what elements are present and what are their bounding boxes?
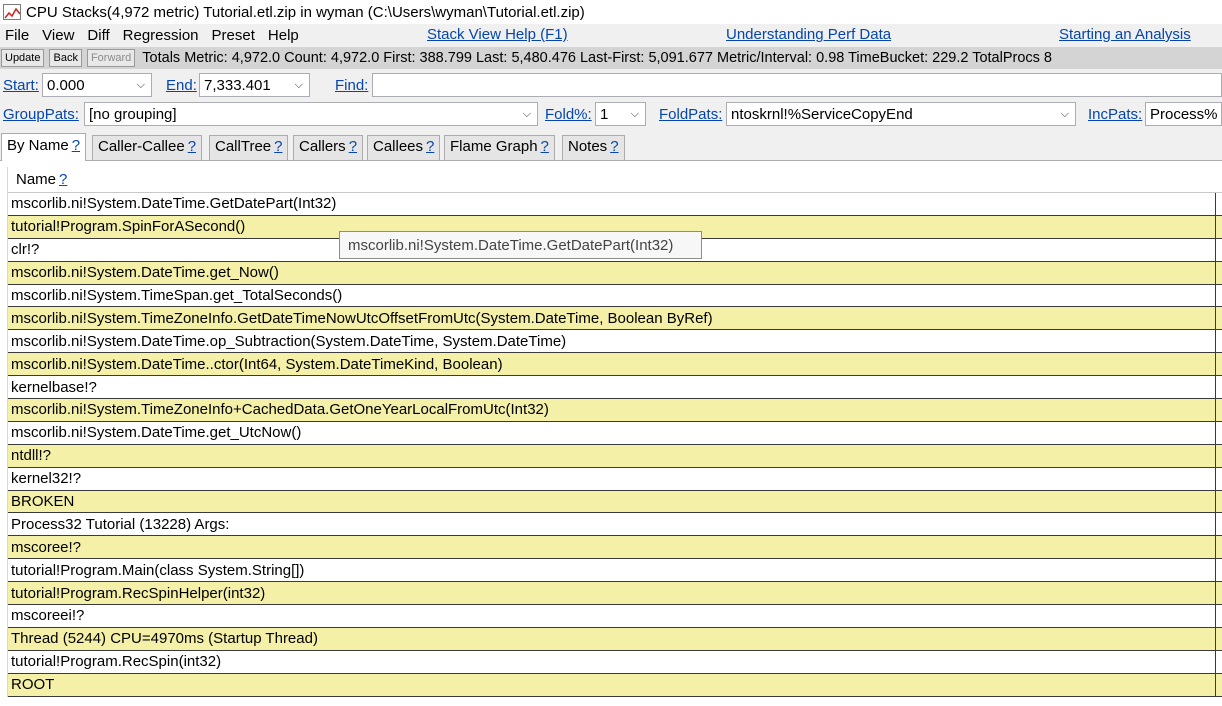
back-button[interactable]: Back bbox=[49, 49, 82, 67]
grouppats-combo[interactable]: [no grouping] ⌵ bbox=[84, 102, 538, 126]
incpats-value: Process% bbox=[1150, 105, 1218, 123]
column-help-link[interactable]: ? bbox=[59, 171, 67, 188]
tab-label: Flame Graph bbox=[450, 138, 538, 155]
menu-diff[interactable]: Diff bbox=[82, 27, 117, 44]
chevron-down-icon[interactable]: ⌵ bbox=[137, 79, 145, 92]
chevron-down-icon[interactable]: ⌵ bbox=[631, 108, 639, 121]
grid-rows: mscorlib.ni!System.DateTime.GetDatePart(… bbox=[7, 193, 1222, 697]
tab-label: Callees bbox=[373, 138, 424, 155]
fold-percent-combo[interactable]: 1 ⌵ bbox=[595, 102, 646, 126]
name-column-header[interactable]: Name? bbox=[7, 167, 1222, 193]
find-label-link[interactable]: Find: bbox=[335, 77, 368, 94]
chevron-down-icon[interactable]: ⌵ bbox=[1061, 108, 1069, 121]
forward-button[interactable]: Forward bbox=[86, 49, 136, 67]
chart-app-icon bbox=[3, 4, 21, 20]
menu-regression[interactable]: Regression bbox=[118, 27, 207, 44]
table-row[interactable]: BROKEN bbox=[8, 490, 1222, 514]
grouppats-value: [no grouping] bbox=[89, 105, 177, 123]
table-row[interactable]: tutorial!Program.Main(class System.Strin… bbox=[8, 559, 1222, 583]
chevron-down-icon[interactable]: ⌵ bbox=[295, 79, 303, 92]
end-combo[interactable]: 7,333.401 ⌵ bbox=[199, 73, 310, 97]
range-row: Start: 0.000 ⌵ End: 7,333.401 ⌵ Find: bbox=[0, 71, 1222, 99]
tab-help-link[interactable]: ? bbox=[72, 137, 80, 154]
table-row[interactable]: mscorlib.ni!System.DateTime.GetDatePart(… bbox=[8, 193, 1222, 216]
update-button[interactable]: Update bbox=[1, 49, 45, 67]
incpats-combo[interactable]: Process% bbox=[1145, 102, 1222, 126]
grouping-row: GroupPats: [no grouping] ⌵ Fold%: 1 ⌵ Fo… bbox=[0, 101, 1222, 129]
table-row[interactable]: ntdll!? bbox=[8, 444, 1222, 468]
menu-file[interactable]: File bbox=[0, 27, 37, 44]
tab-label: By Name bbox=[7, 137, 69, 154]
start-value: 0.000 bbox=[47, 76, 85, 94]
incpats-label-link[interactable]: IncPats: bbox=[1088, 106, 1142, 123]
foldpats-value: ntoskrnl!%ServiceCopyEnd bbox=[731, 105, 913, 123]
menu-view[interactable]: View bbox=[37, 27, 82, 44]
grouppats-label-link[interactable]: GroupPats: bbox=[3, 106, 79, 123]
totals-summary: Totals Metric: 4,972.0 Count: 4,972.0 Fi… bbox=[142, 50, 1052, 66]
fold-percent-label-link[interactable]: Fold%: bbox=[545, 106, 592, 123]
table-row[interactable]: mscorlib.ni!System.DateTime.op_Subtracti… bbox=[8, 330, 1222, 354]
row-tooltip: mscorlib.ni!System.DateTime.GetDatePart(… bbox=[339, 231, 702, 259]
table-row[interactable]: mscorlib.ni!System.DateTime..ctor(Int64,… bbox=[8, 353, 1222, 377]
table-row[interactable]: ROOT bbox=[8, 673, 1222, 697]
table-row[interactable]: mscorlib.ni!System.DateTime.get_Now() bbox=[8, 261, 1222, 285]
tab-help-link[interactable]: ? bbox=[274, 138, 282, 155]
menu-help[interactable]: Help bbox=[263, 27, 307, 44]
end-value: 7,333.401 bbox=[204, 76, 271, 94]
table-row[interactable]: kernel32!? bbox=[8, 467, 1222, 491]
tab-help-link[interactable]: ? bbox=[188, 138, 196, 155]
table-row[interactable]: tutorial!Program.RecSpinHelper(int32) bbox=[8, 582, 1222, 606]
fold-percent-value: 1 bbox=[600, 105, 609, 123]
tab-notes[interactable]: Notes? bbox=[562, 135, 625, 160]
tab-help-link[interactable]: ? bbox=[349, 138, 357, 155]
title-bar: CPU Stacks(4,972 metric) Tutorial.etl.zi… bbox=[0, 0, 1222, 24]
table-row[interactable]: tutorial!Program.RecSpin(int32) bbox=[8, 650, 1222, 674]
window-title: CPU Stacks(4,972 metric) Tutorial.etl.zi… bbox=[26, 3, 585, 21]
tab-callers[interactable]: Callers? bbox=[293, 135, 364, 160]
tab-flame-graph[interactable]: Flame Graph? bbox=[444, 135, 555, 160]
tab-caller-callee[interactable]: Caller-Callee? bbox=[92, 135, 203, 160]
table-row[interactable]: mscorlib.ni!System.TimeZoneInfo+CachedDa… bbox=[8, 399, 1222, 422]
table-row[interactable]: mscoree!? bbox=[8, 536, 1222, 560]
table-row[interactable]: Process32 Tutorial (13228) Args: bbox=[8, 513, 1222, 537]
tab-callees[interactable]: Callees? bbox=[367, 135, 441, 160]
tab-label: Callers bbox=[299, 138, 346, 155]
tab-label: Notes bbox=[568, 138, 608, 155]
end-label-link[interactable]: End: bbox=[166, 77, 197, 94]
find-input[interactable] bbox=[372, 73, 1222, 97]
table-row[interactable]: mscoreei!? bbox=[8, 605, 1222, 628]
table-row[interactable]: kernelbase!? bbox=[8, 376, 1222, 400]
starting-an-analysis-link[interactable]: Starting an Analysis bbox=[1059, 26, 1191, 43]
stack-view-help-link[interactable]: Stack View Help (F1) bbox=[427, 26, 568, 43]
column-header-label: Name bbox=[16, 171, 57, 188]
tab-help-link[interactable]: ? bbox=[426, 138, 434, 155]
table-row[interactable]: mscorlib.ni!System.DateTime.get_UtcNow() bbox=[8, 421, 1222, 445]
start-combo[interactable]: 0.000 ⌵ bbox=[42, 73, 152, 97]
menu-bar: File View Diff Regression Preset Help St… bbox=[0, 24, 1222, 46]
table-row[interactable]: mscorlib.ni!System.TimeZoneInfo.GetDateT… bbox=[8, 307, 1222, 331]
menu-preset[interactable]: Preset bbox=[207, 27, 263, 44]
tab-help-link[interactable]: ? bbox=[610, 138, 618, 155]
tab-label: CallTree bbox=[215, 138, 272, 155]
chevron-down-icon[interactable]: ⌵ bbox=[523, 108, 531, 121]
start-label-link[interactable]: Start: bbox=[3, 77, 39, 94]
table-row[interactable]: mscorlib.ni!System.TimeSpan.get_TotalSec… bbox=[8, 284, 1222, 308]
totals-bar: Update Back Forward Totals Metric: 4,972… bbox=[0, 47, 1222, 69]
table-row[interactable]: Thread (5244) CPU=4970ms (Startup Thread… bbox=[8, 627, 1222, 651]
tab-label: Caller-Callee bbox=[98, 138, 185, 155]
understanding-perf-data-link[interactable]: Understanding Perf Data bbox=[726, 26, 891, 43]
tab-by-name[interactable]: By Name? bbox=[1, 133, 87, 161]
foldpats-combo[interactable]: ntoskrnl!%ServiceCopyEnd ⌵ bbox=[726, 102, 1076, 126]
view-tabs: By Name? Caller-Callee? CallTree? Caller… bbox=[0, 133, 1222, 161]
tab-calltree[interactable]: CallTree? bbox=[209, 135, 289, 160]
foldpats-label-link[interactable]: FoldPats: bbox=[659, 106, 722, 123]
tab-help-link[interactable]: ? bbox=[541, 138, 549, 155]
